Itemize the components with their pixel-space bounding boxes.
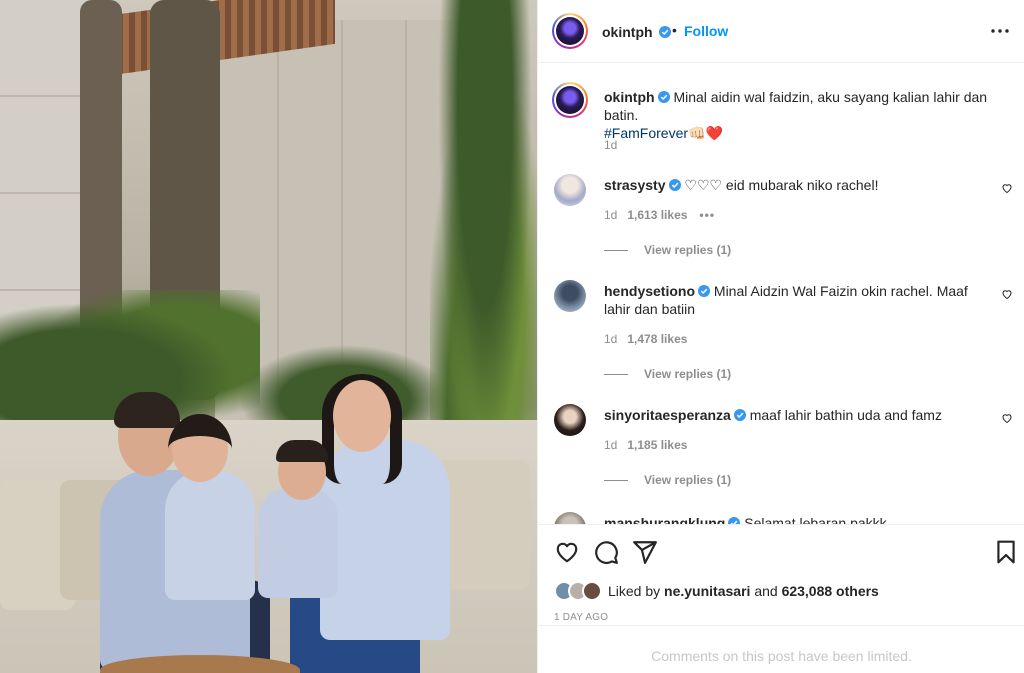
heart-icon[interactable] [554,539,580,565]
commenter-username[interactable]: sinyoritaesperanza [604,407,731,423]
commenter-username[interactable]: hendysetiono [604,283,695,299]
verified-badge-icon [698,285,711,297]
comment-text: Selamat lebaran pakkk [744,515,887,524]
comment-text: ♡♡♡ eid mubarak niko rachel! [684,177,879,193]
commenter-avatar[interactable] [554,404,586,436]
verified-badge-icon [668,179,681,191]
verified-badge-icon [659,26,672,38]
comments-scroll-area[interactable]: okintph Minal aidin wal faidzin, aku say… [538,64,1024,524]
more-horizontal-icon[interactable] [988,22,1012,40]
post-header: okintph • Follow [538,0,1024,63]
comment-meta: 1d 1,613 likes ••• [604,208,715,222]
photo-mother-face [333,380,391,452]
liked-by-user[interactable]: ne.yunitasari [664,583,750,599]
author-username[interactable]: okintph [602,24,653,40]
comments-limited-notice: Comments on this post have been limited. [538,625,1024,673]
view-replies-button[interactable]: View replies (1) [604,473,731,487]
paper-plane-icon[interactable] [632,539,658,565]
commenter-avatar[interactable] [554,174,586,206]
comment-more-options[interactable]: ••• [699,208,715,222]
comment-body: hendysetiono Minal Aidzin Wal Faizin oki… [604,282,994,318]
commenter-username[interactable]: manshurangklung [604,515,725,524]
comment-time[interactable]: 1d [604,438,617,452]
replies-divider-line [604,250,628,252]
comment-like-heart-icon[interactable] [1001,412,1013,424]
photo-son-shirt [258,488,338,598]
post-side-panel: okintph • Follow okintph Minal aidin wal… [537,0,1024,673]
view-replies-label: View replies (1) [644,243,732,257]
view-replies-button[interactable]: View replies (1) [604,367,731,381]
author-avatar[interactable] [552,13,588,49]
liked-by-prefix: Liked by [608,583,661,599]
liked-by-and: and [754,583,778,599]
comment-likes[interactable]: 1,478 likes [627,332,687,346]
commenter-username[interactable]: strasysty [604,177,666,193]
comment-body: sinyoritaesperanza maaf lahir bathin uda… [604,406,994,424]
replies-divider-line [604,374,628,376]
author-name-row: okintph [602,24,672,40]
caption-author-avatar[interactable] [552,82,588,118]
comment-time[interactable]: 1d [604,332,617,346]
comment-likes[interactable]: 1,185 likes [627,438,687,452]
post-caption: okintph Minal aidin wal faidzin, aku say… [604,88,1004,142]
photo-son-hair [276,440,328,462]
post-photo[interactable] [0,0,537,673]
view-replies-button[interactable]: View replies (1) [604,243,731,257]
liker-avatars[interactable] [554,581,602,601]
comment-bubble-icon[interactable] [593,539,619,565]
photo-daughter-hair [168,414,232,484]
photo-tree-trunk-left [80,0,122,340]
photo-daughter-dress [165,470,255,600]
liked-by-others[interactable]: 623,088 others [782,583,879,599]
comment-like-heart-icon[interactable] [1001,182,1013,194]
verified-badge-icon [657,91,670,103]
caption-username[interactable]: okintph [604,89,655,105]
liked-by-row: Liked by ne.yunitasari and 623,088 other… [554,581,879,601]
comment-like-heart-icon[interactable] [1001,288,1013,300]
view-replies-label: View replies (1) [644,473,732,487]
comment-text: maaf lahir bathin uda and famz [749,407,942,423]
liker-avatar [582,581,602,601]
view-replies-label: View replies (1) [644,367,732,381]
verified-badge-icon [728,517,741,524]
comment-meta: 1d 1,478 likes [604,332,687,346]
replies-divider-line [604,480,628,482]
commenter-avatar[interactable] [554,512,586,524]
post-date[interactable]: 1 DAY AGO [554,612,608,623]
separator-dot: • [672,22,677,38]
post-action-bar: Liked by ne.yunitasari and 623,088 other… [538,524,1024,624]
commenter-avatar[interactable] [554,280,586,312]
caption-time[interactable]: 1d [604,138,617,152]
comment-body: strasysty ♡♡♡ eid mubarak niko rachel! [604,176,994,194]
verified-badge-icon [733,409,746,421]
follow-button[interactable]: Follow [684,23,728,39]
comment-meta: 1d 1,185 likes [604,438,687,452]
caption-emoji: 👊🏻❤️ [688,125,723,141]
bookmark-icon[interactable] [993,539,1019,565]
comment-time[interactable]: 1d [604,208,617,222]
comment-likes[interactable]: 1,613 likes [627,208,687,222]
comment-body: manshurangklung Selamat lebaran pakkk [604,514,994,524]
